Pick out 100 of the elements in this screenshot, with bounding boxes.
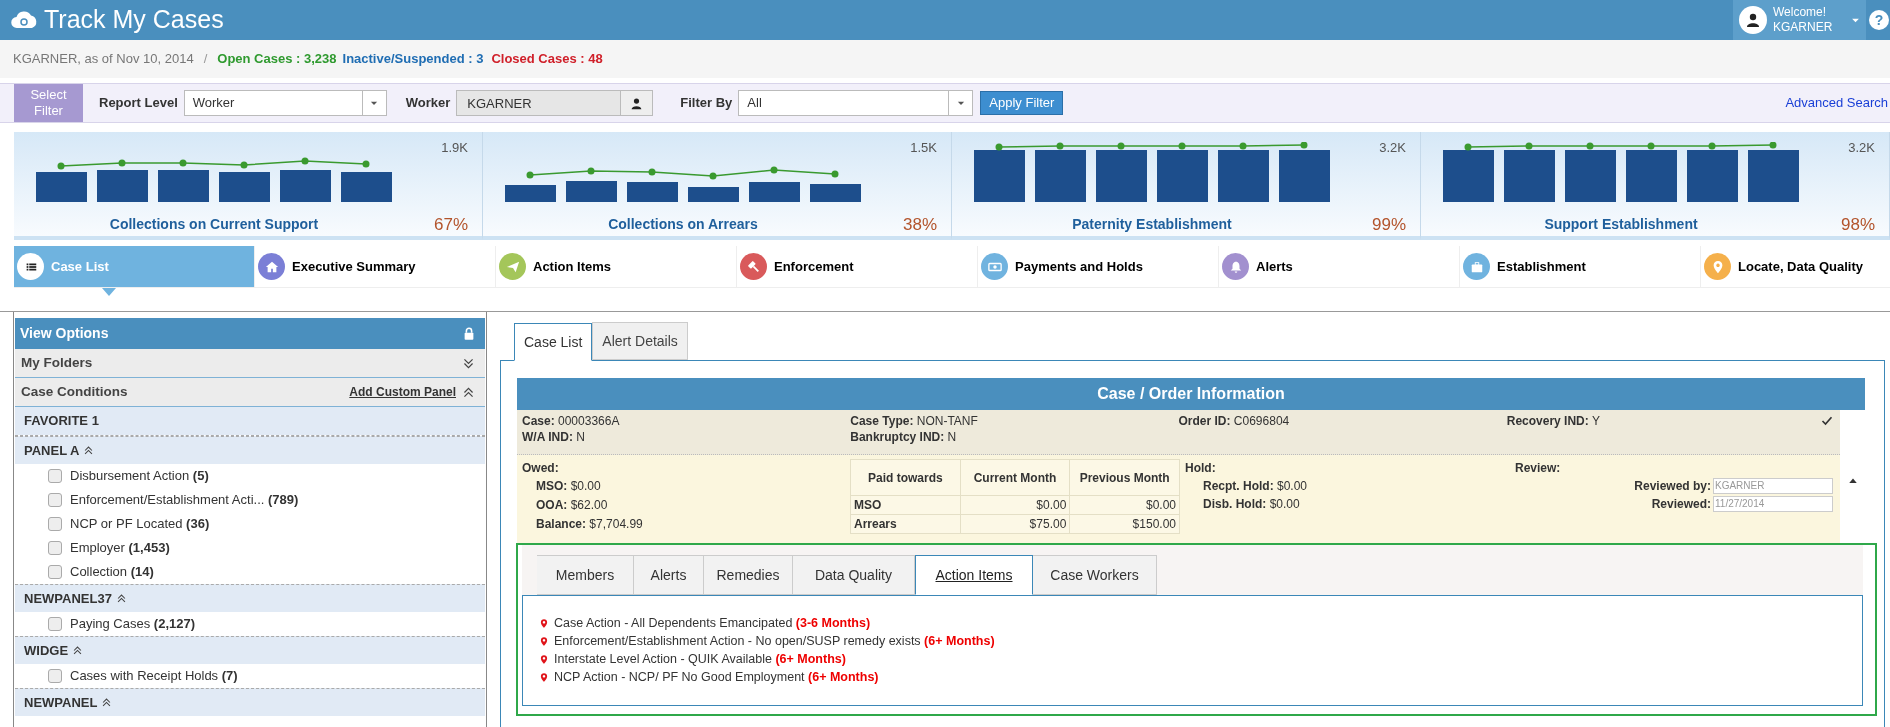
action-item-text: Interstate Level Action - QUIK Available (6+ Months): [554, 650, 846, 668]
checkbox[interactable]: [48, 541, 62, 555]
folder-section-header[interactable]: My Folders: [15, 349, 485, 378]
section-label: Hold:: [1185, 460, 1217, 477]
kpi-title: Paternity Establishment: [1071, 215, 1233, 235]
map-pin-icon: [539, 617, 549, 629]
data-point: [301, 157, 309, 165]
bar: [1748, 150, 1799, 202]
chevron-down-icon: [462, 356, 475, 370]
bar: [1096, 150, 1147, 202]
checkbox-label: NCP or PF Located (36): [70, 515, 210, 534]
tab[interactable]: Case List: [514, 323, 593, 361]
user-lookup-button[interactable]: [621, 90, 654, 116]
chevron-up-icon[interactable]: [115, 593, 127, 604]
data-point: [1586, 142, 1594, 150]
checkbox-label: Employer (1,453): [70, 539, 170, 558]
data-point: [179, 159, 187, 167]
bar: [1218, 150, 1269, 202]
column-header: Previous Month: [1069, 459, 1180, 496]
bar: [1504, 150, 1555, 202]
tab[interactable]: Case Workers: [1033, 555, 1157, 595]
checkbox[interactable]: [48, 493, 62, 507]
check-icon: [1821, 415, 1833, 427]
checkbox[interactable]: [48, 669, 62, 683]
bar: [36, 172, 87, 202]
data-point: [1239, 142, 1247, 150]
chevron-up-icon[interactable]: [101, 697, 113, 708]
data-point: [770, 166, 778, 174]
map-pin-icon: [539, 635, 549, 647]
tab-pointer-icon: [102, 288, 116, 296]
field-text: OOA: $62.00: [535, 497, 609, 514]
data-point: [1056, 142, 1064, 150]
panel-group-header[interactable]: WIDGE: [15, 636, 485, 664]
data-point: [1178, 142, 1186, 150]
tab[interactable]: Remedies: [704, 555, 793, 595]
panel-group-header[interactable]: PANEL A: [15, 436, 485, 464]
nav-tab[interactable]: Enforcement: [737, 246, 978, 287]
tab[interactable]: Alerts: [634, 555, 704, 595]
nav-tab[interactable]: Executive Summary: [255, 246, 496, 287]
field-text: MSO: $0.00: [535, 478, 602, 495]
checkbox-label: Enforcement/Establishment Acti... (789): [70, 491, 299, 510]
bar: [158, 170, 209, 202]
column-header: Paid towards: [850, 459, 961, 496]
checkbox[interactable]: [48, 565, 62, 579]
panel-group-header[interactable]: FAVORITE 1: [15, 407, 485, 435]
closed-cases-count: Closed Cases : 48: [491, 50, 603, 69]
tab[interactable]: Members: [537, 555, 634, 595]
add-custom-panel-link[interactable]: Add Custom Panel: [349, 383, 456, 401]
nav-tab[interactable]: Establishment: [1460, 246, 1701, 287]
field-text: Disb. Hold: $0.00: [1202, 496, 1301, 513]
nav-tab[interactable]: Action Items: [496, 246, 737, 287]
checkbox-label: Collection (14): [70, 563, 154, 582]
data-point: [1525, 142, 1533, 150]
chevron-up-icon[interactable]: [83, 445, 95, 456]
report-level-dropdown[interactable]: Worker: [183, 90, 387, 116]
worker-field[interactable]: KGARNER: [456, 90, 622, 116]
bar: [627, 182, 678, 202]
section-label: Owed:: [522, 460, 560, 477]
data-point: [831, 170, 839, 178]
action-item-text: Enforcement/Establishment Action - No open/SUSP remedy exists (6+ Months): [554, 632, 995, 650]
data-point: [1300, 142, 1308, 149]
field-text: Case Type: NON-TANF: [850, 413, 978, 429]
checkbox[interactable]: [48, 469, 62, 483]
nav-tab[interactable]: Payments and Holds: [978, 246, 1219, 287]
person-icon: [630, 96, 644, 110]
nav-tab[interactable]: Alerts: [1219, 246, 1460, 287]
panel-group-header[interactable]: NEWPANEL: [15, 688, 485, 716]
separator-text: /: [203, 50, 208, 69]
field-text: Order ID: C0696804: [1178, 413, 1290, 429]
collapse-icon[interactable]: [1847, 476, 1858, 486]
checkbox[interactable]: [48, 517, 62, 531]
bar: [1035, 150, 1086, 202]
filter-by-dropdown[interactable]: All: [738, 90, 974, 116]
chevron-up-icon[interactable]: [72, 645, 84, 656]
data-point: [526, 171, 534, 179]
checkbox-label: Paying Cases (2,127): [70, 615, 196, 634]
bar: [1279, 150, 1330, 202]
data-point: [995, 143, 1003, 151]
help-button[interactable]: ?: [1869, 10, 1889, 30]
kpi-percent: 38%: [902, 214, 937, 236]
apply-filter-button[interactable]: Apply Filter: [980, 91, 1064, 115]
bar: [341, 172, 392, 202]
bar: [810, 184, 861, 202]
panel-group-header[interactable]: NEWPANEL37: [15, 584, 485, 612]
tab[interactable]: Alert Details: [592, 322, 688, 360]
app-title: Track My Cases: [44, 4, 224, 36]
kpi-percent: 98%: [1840, 214, 1875, 236]
checkbox[interactable]: [48, 617, 62, 631]
chevron-up-icon[interactable]: [462, 385, 475, 399]
kpi-title: Support Establishment: [1543, 215, 1699, 235]
data-point: [587, 167, 595, 175]
bar: [97, 170, 148, 202]
map-pin-icon: [539, 653, 549, 665]
bar: [280, 170, 331, 202]
advanced-search-link[interactable]: Advanced Search: [1785, 93, 1888, 113]
field-label: Reviewed by:: [1634, 478, 1711, 495]
tab[interactable]: Data Quality: [793, 555, 915, 595]
tab[interactable]: Action Items: [915, 555, 1033, 595]
kpi-max-value: 1.5K: [910, 139, 937, 157]
kpi-max-value: 1.9K: [441, 139, 468, 157]
